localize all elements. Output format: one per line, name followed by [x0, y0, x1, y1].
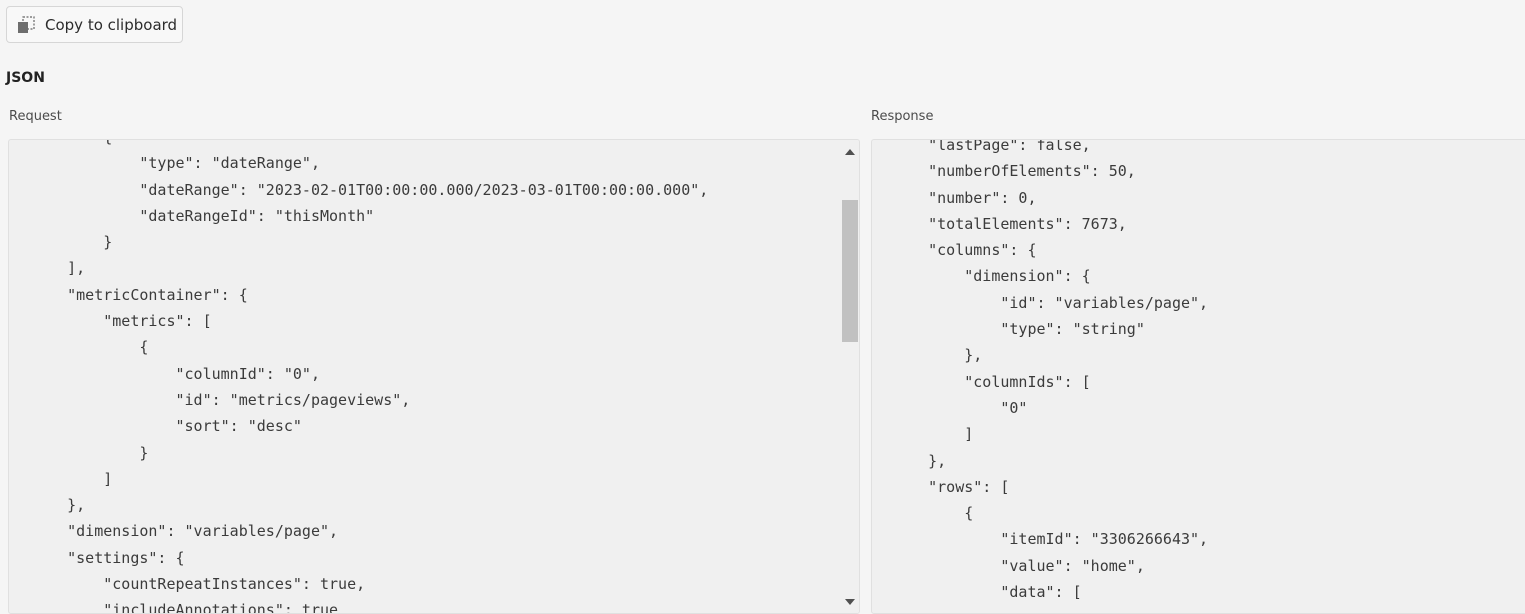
request-code-line: "dimension": "variables/page", — [31, 522, 339, 541]
request-code-line: ] — [31, 469, 113, 488]
copy-icon — [18, 16, 35, 33]
request-code-line: }, — [31, 496, 86, 515]
request-code-pane[interactable]: { "type": "dateRange", "dateRange": "202… — [8, 139, 860, 614]
response-code-line: "data": [ — [892, 583, 1082, 602]
request-code-line: "sort": "desc" — [31, 417, 302, 436]
response-code-line: "0" — [892, 398, 1028, 417]
scroll-down-arrow-icon[interactable] — [845, 599, 855, 605]
response-code-line: }, — [892, 346, 983, 365]
response-code-line: "itemId": "3306266643", — [892, 530, 1209, 549]
request-code-line: ], — [31, 259, 86, 278]
response-code-line: "columns": { — [892, 241, 1037, 260]
request-scrollbar[interactable] — [841, 140, 859, 613]
response-code: "lastPage": false, "numberOfElements": 5… — [892, 139, 1209, 605]
response-code-line: "numberOfElements": 50, — [892, 162, 1136, 181]
request-code-line: { — [31, 338, 149, 357]
request-code-line: "columnId": "0", — [31, 364, 320, 383]
response-code-line: "lastPage": false, — [892, 139, 1091, 154]
response-code-line: "rows": [ — [892, 477, 1010, 496]
copy-to-clipboard-button[interactable]: Copy to clipboard — [6, 6, 183, 43]
scroll-thumb[interactable] — [842, 200, 858, 342]
response-label: Response — [871, 109, 934, 124]
request-code-line: "dateRangeId": "thisMonth" — [31, 206, 375, 225]
response-code-line: "value": "home", — [892, 556, 1145, 575]
request-code-line: "countRepeatInstances": true, — [31, 575, 366, 594]
response-code-line: "type": "string" — [892, 320, 1145, 339]
request-code-line: } — [31, 443, 149, 462]
request-code-line: "settings": { — [31, 548, 185, 567]
scroll-up-arrow-icon[interactable] — [845, 149, 855, 155]
request-code-line: "dateRange": "2023-02-01T00:00:00.000/20… — [31, 180, 709, 199]
request-code-line: "id": "metrics/pageviews", — [31, 390, 411, 409]
response-code-line: "number": 0, — [892, 188, 1037, 207]
response-code-line: { — [892, 504, 974, 523]
section-title: JSON — [6, 70, 45, 86]
response-code-line: "dimension": { — [892, 267, 1091, 286]
response-code-line: "columnIds": [ — [892, 372, 1091, 391]
response-code-line: ] — [892, 425, 974, 444]
request-code: { "type": "dateRange", "dateRange": "202… — [31, 140, 709, 614]
request-label: Request — [9, 109, 62, 124]
response-code-line: }, — [892, 451, 947, 470]
request-code-line: } — [31, 233, 113, 252]
response-code-line: "id": "variables/page", — [892, 293, 1209, 312]
request-code-line: { — [31, 140, 708, 150]
request-code-line: "metrics": [ — [31, 312, 212, 331]
response-code-pane[interactable]: "lastPage": false, "numberOfElements": 5… — [871, 139, 1525, 614]
request-code-line: "metricContainer": { — [31, 285, 248, 304]
copy-button-label: Copy to clipboard — [45, 16, 178, 34]
request-code-line: "includeAnnotations": true — [31, 601, 339, 614]
response-code-line: "totalElements": 7673, — [892, 214, 1127, 233]
request-code-line: "type": "dateRange", — [31, 154, 320, 173]
